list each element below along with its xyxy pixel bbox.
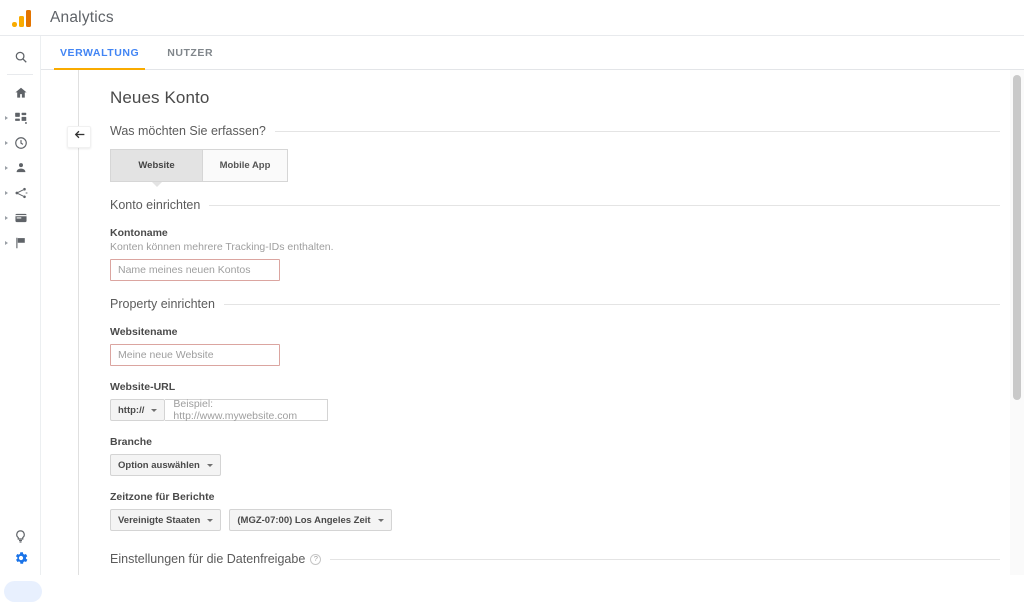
sidebar-item-dashboards[interactable] (0, 105, 41, 130)
section-rule (209, 204, 1000, 206)
search-icon (13, 49, 28, 64)
property-section-heading: Property einrichten (110, 297, 1000, 311)
sidebar-item-audience[interactable] (0, 155, 41, 180)
account-name-hint: Konten können mehrere Tracking-IDs entha… (110, 241, 334, 253)
tab-nutzer[interactable]: NUTZER (153, 36, 227, 70)
top-app-bar: Analytics (0, 0, 1024, 36)
chevron-right-icon (4, 215, 8, 220)
industry-dropdown[interactable]: Option auswählen (110, 454, 221, 476)
timezone-label: Zeitzone für Berichte (110, 491, 215, 503)
toggle-mobile-app-button[interactable]: Mobile App (202, 149, 288, 182)
section-rule (223, 303, 1000, 305)
left-navigation-rail (0, 36, 42, 602)
share-nodes-icon (13, 185, 28, 200)
lightbulb-icon (12, 528, 29, 545)
question-mark-icon[interactable]: ? (310, 553, 322, 565)
capture-heading-label: Was möchten Sie erfassen? (110, 124, 266, 138)
gear-icon (12, 549, 29, 566)
sidebar-item-behavior[interactable] (0, 205, 41, 230)
account-heading-label: Konto einrichten (110, 198, 201, 212)
sidebar-item-admin[interactable] (0, 545, 41, 570)
toggle-website-button[interactable]: Website (110, 149, 202, 182)
timezone-row: Vereinigte Staaten (MGZ-07:00) Los Angel… (110, 509, 1000, 531)
analytics-logo-icon[interactable] (0, 0, 46, 36)
timezone-country-value: Vereinigte Staaten (118, 514, 201, 526)
data-sharing-section-heading: Einstellungen für die Datenfreigabe ? (110, 552, 1000, 566)
arrow-left-icon (73, 128, 86, 146)
main-content-area: Neues Konto Was möchten Sie erfassen? We… (41, 70, 1024, 575)
url-protocol-dropdown[interactable]: http:// (110, 399, 166, 421)
dashboard-grid-icon (13, 110, 28, 125)
page-title: Neues Konto (110, 88, 210, 107)
timezone-country-dropdown[interactable]: Vereinigte Staaten (110, 509, 222, 531)
chevron-right-icon (4, 190, 8, 195)
property-heading-label: Property einrichten (110, 297, 215, 311)
website-name-input[interactable]: Meine neue Website (110, 344, 280, 366)
home-icon (13, 85, 28, 100)
sidebar-item-realtime[interactable] (0, 130, 41, 155)
sidebar-item-admin-highlight (4, 581, 42, 602)
rail-divider (7, 74, 33, 75)
chevron-down-icon (151, 408, 158, 412)
search-nav-item[interactable] (0, 44, 41, 69)
tab-strip: VERWALTUNG NUTZER (0, 36, 1024, 70)
scrollbar-thumb[interactable] (1013, 75, 1021, 400)
flag-icon (13, 235, 28, 250)
website-url-placeholder: Beispiel: http://www.mywebsite.com (173, 398, 298, 422)
back-button[interactable] (67, 126, 91, 148)
chevron-down-icon (206, 463, 213, 467)
account-name-input[interactable]: Name meines neuen Kontos (110, 259, 280, 281)
website-name-placeholder: Meine neue Website (118, 349, 214, 361)
timezone-zone-dropdown[interactable]: (MGZ-07:00) Los Angeles Zeit (229, 509, 392, 531)
data-sharing-heading-label: Einstellungen für die Datenfreigabe (110, 552, 306, 566)
website-url-row: http:// Beispiel: http://www.mywebsite.c… (110, 398, 1000, 422)
chevron-down-icon (377, 518, 384, 522)
credit-card-icon (13, 210, 28, 225)
website-url-input[interactable]: Beispiel: http://www.mywebsite.com (165, 398, 329, 422)
url-protocol-value: http:// (118, 404, 145, 416)
chevron-right-icon (4, 165, 8, 170)
industry-row: Option auswählen (110, 454, 1000, 476)
section-rule (330, 558, 1000, 560)
new-account-form-pane: Neues Konto Was möchten Sie erfassen? We… (110, 70, 1000, 575)
chevron-right-icon (4, 140, 8, 145)
sidebar-item-conversions[interactable] (0, 230, 41, 255)
website-url-label: Website-URL (110, 381, 176, 393)
timezone-zone-value: (MGZ-07:00) Los Angeles Zeit (237, 514, 371, 526)
chevron-right-icon (4, 240, 8, 245)
industry-value: Option auswählen (118, 459, 200, 471)
account-name-label: Kontoname (110, 227, 168, 239)
tab-verwaltung[interactable]: VERWALTUNG (46, 36, 153, 70)
clock-icon (13, 135, 28, 150)
website-name-label: Websitename (110, 326, 178, 338)
capture-section-heading: Was möchten Sie erfassen? (110, 124, 1000, 138)
account-name-placeholder: Name meines neuen Kontos (118, 264, 251, 276)
chevron-down-icon (207, 518, 214, 522)
app-title: Analytics (50, 8, 114, 26)
industry-label: Branche (110, 436, 153, 448)
person-icon (13, 160, 28, 175)
account-section-heading: Konto einrichten (110, 198, 1000, 212)
sidebar-item-home[interactable] (0, 80, 41, 105)
toggle-selected-notch (152, 182, 162, 187)
section-rule (274, 130, 1000, 132)
chevron-right-icon (4, 115, 8, 120)
sidebar-item-acquisition[interactable] (0, 180, 41, 205)
capture-type-toggle-group: Website Mobile App (110, 149, 288, 187)
